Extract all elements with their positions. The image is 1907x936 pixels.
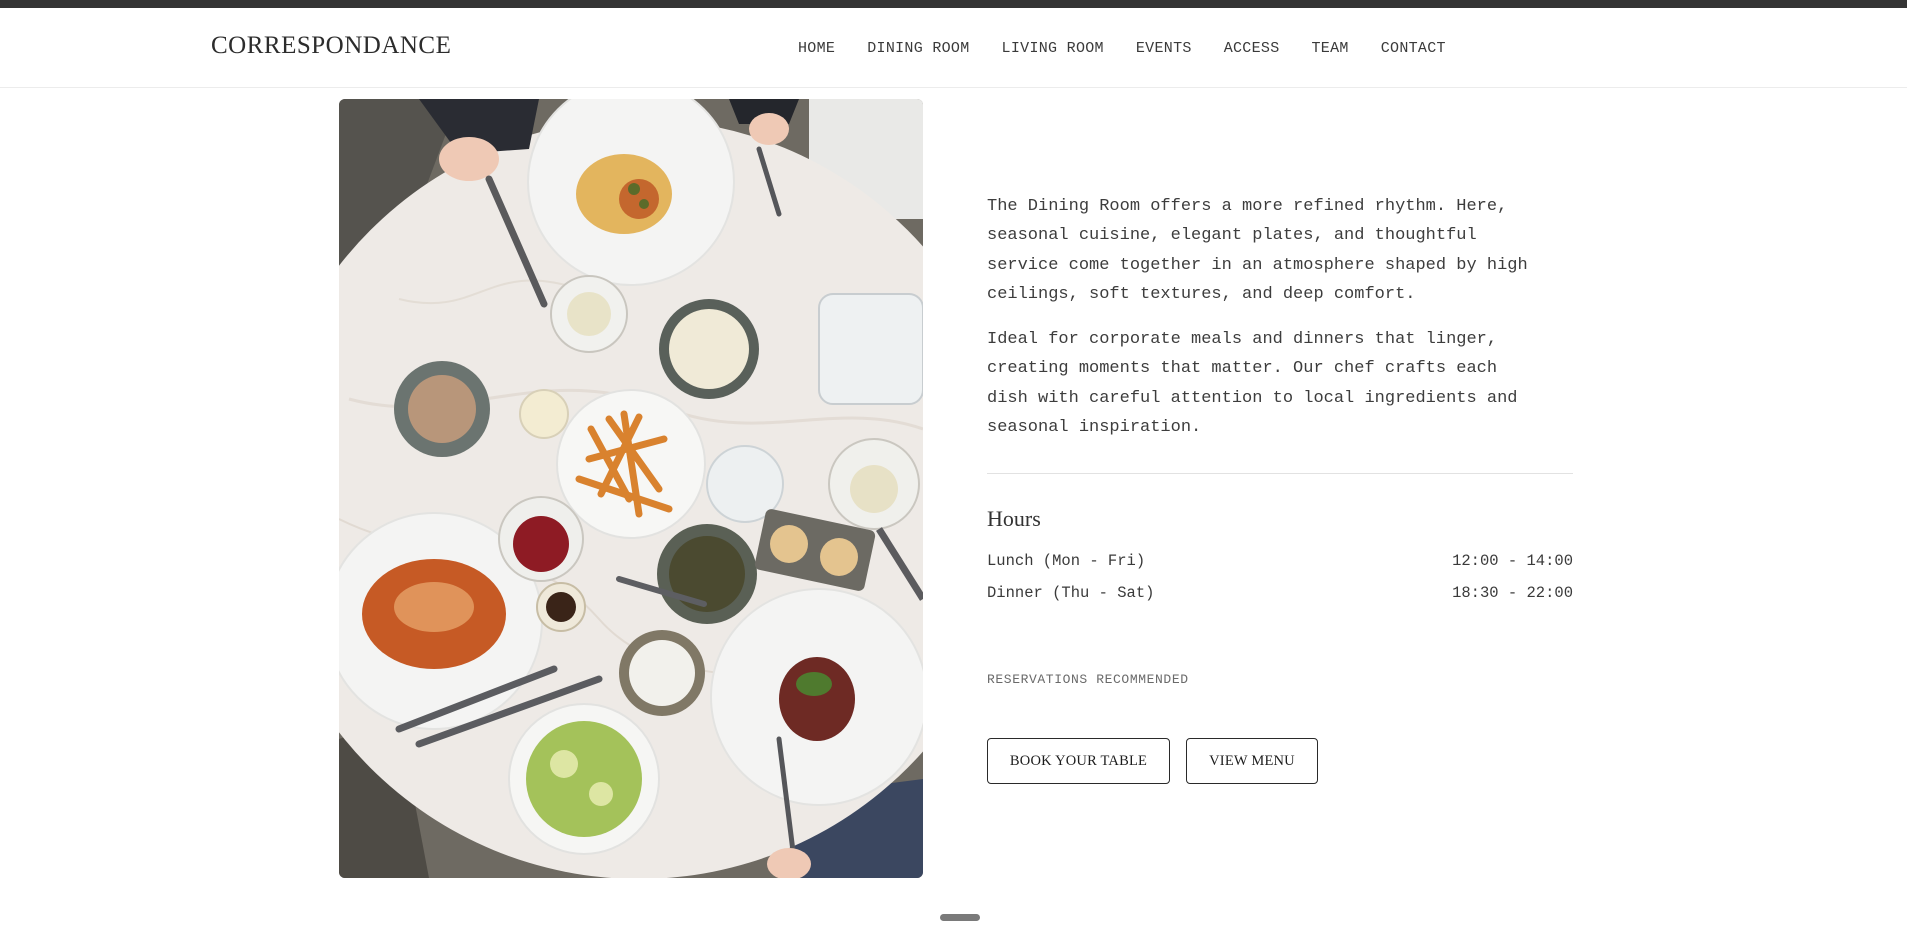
paragraph-line: seasonal inspiration. bbox=[987, 417, 1202, 437]
nav-item-contact[interactable]: CONTACT bbox=[1381, 40, 1446, 57]
intro-paragraph-2: Ideal for corporate meals and dinners th… bbox=[987, 325, 1573, 442]
nav-item-living-room[interactable]: LIVING ROOM bbox=[1002, 40, 1104, 57]
hours-day: Dinner (Thu - Sat) bbox=[987, 584, 1155, 602]
top-bar bbox=[0, 0, 1907, 8]
main-nav: HOME DINING ROOM LIVING ROOM EVENTS ACCE… bbox=[798, 40, 1478, 57]
paragraph-line: Ideal for corporate meals and dinners th… bbox=[987, 330, 1498, 349]
nav-item-team[interactable]: TEAM bbox=[1312, 40, 1349, 57]
hours-time: 12:00 - 14:00 bbox=[1452, 552, 1573, 570]
book-table-button[interactable]: BOOK YOUR TABLE bbox=[987, 738, 1170, 784]
paragraph-line: dish with careful attention to local ing… bbox=[987, 388, 1518, 408]
hours-day: Lunch (Mon - Fri) bbox=[987, 552, 1146, 570]
site-logo[interactable]: CORRESPONDANCE bbox=[211, 32, 451, 60]
nav-item-access[interactable]: ACCESS bbox=[1224, 40, 1280, 57]
paragraph-line: The Dining Room offers a more refined rh… bbox=[987, 197, 1508, 216]
nav-item-dining-room[interactable]: DINING ROOM bbox=[867, 40, 969, 57]
site-header: CORRESPONDANCE HOME DINING ROOM LIVING R… bbox=[0, 8, 1907, 88]
hours-time: 18:30 - 22:00 bbox=[1452, 584, 1573, 602]
nav-item-events[interactable]: EVENTS bbox=[1136, 40, 1192, 57]
section-divider bbox=[987, 473, 1573, 474]
intro-paragraph-1: The Dining Room offers a more refined rh… bbox=[987, 192, 1573, 309]
scroll-handle[interactable] bbox=[940, 914, 980, 921]
nav-item-home[interactable]: HOME bbox=[798, 40, 835, 57]
food-table-illustration bbox=[339, 99, 923, 878]
hours-title: Hours bbox=[987, 506, 1041, 531]
view-menu-button[interactable]: VIEW MENU bbox=[1186, 738, 1318, 784]
paragraph-line: seasonal cuisine, elegant plates, and th… bbox=[987, 226, 1477, 246]
paragraph-line: creating moments that matter. Our chef c… bbox=[987, 359, 1498, 379]
reservations-note: RESERVATIONS RECOMMENDED bbox=[987, 672, 1189, 687]
paragraph-line: ceilings, soft textures, and deep comfor… bbox=[987, 284, 1416, 304]
paragraph-line: service come together in an atmosphere s… bbox=[987, 255, 1528, 275]
dining-room-photo bbox=[339, 99, 923, 878]
